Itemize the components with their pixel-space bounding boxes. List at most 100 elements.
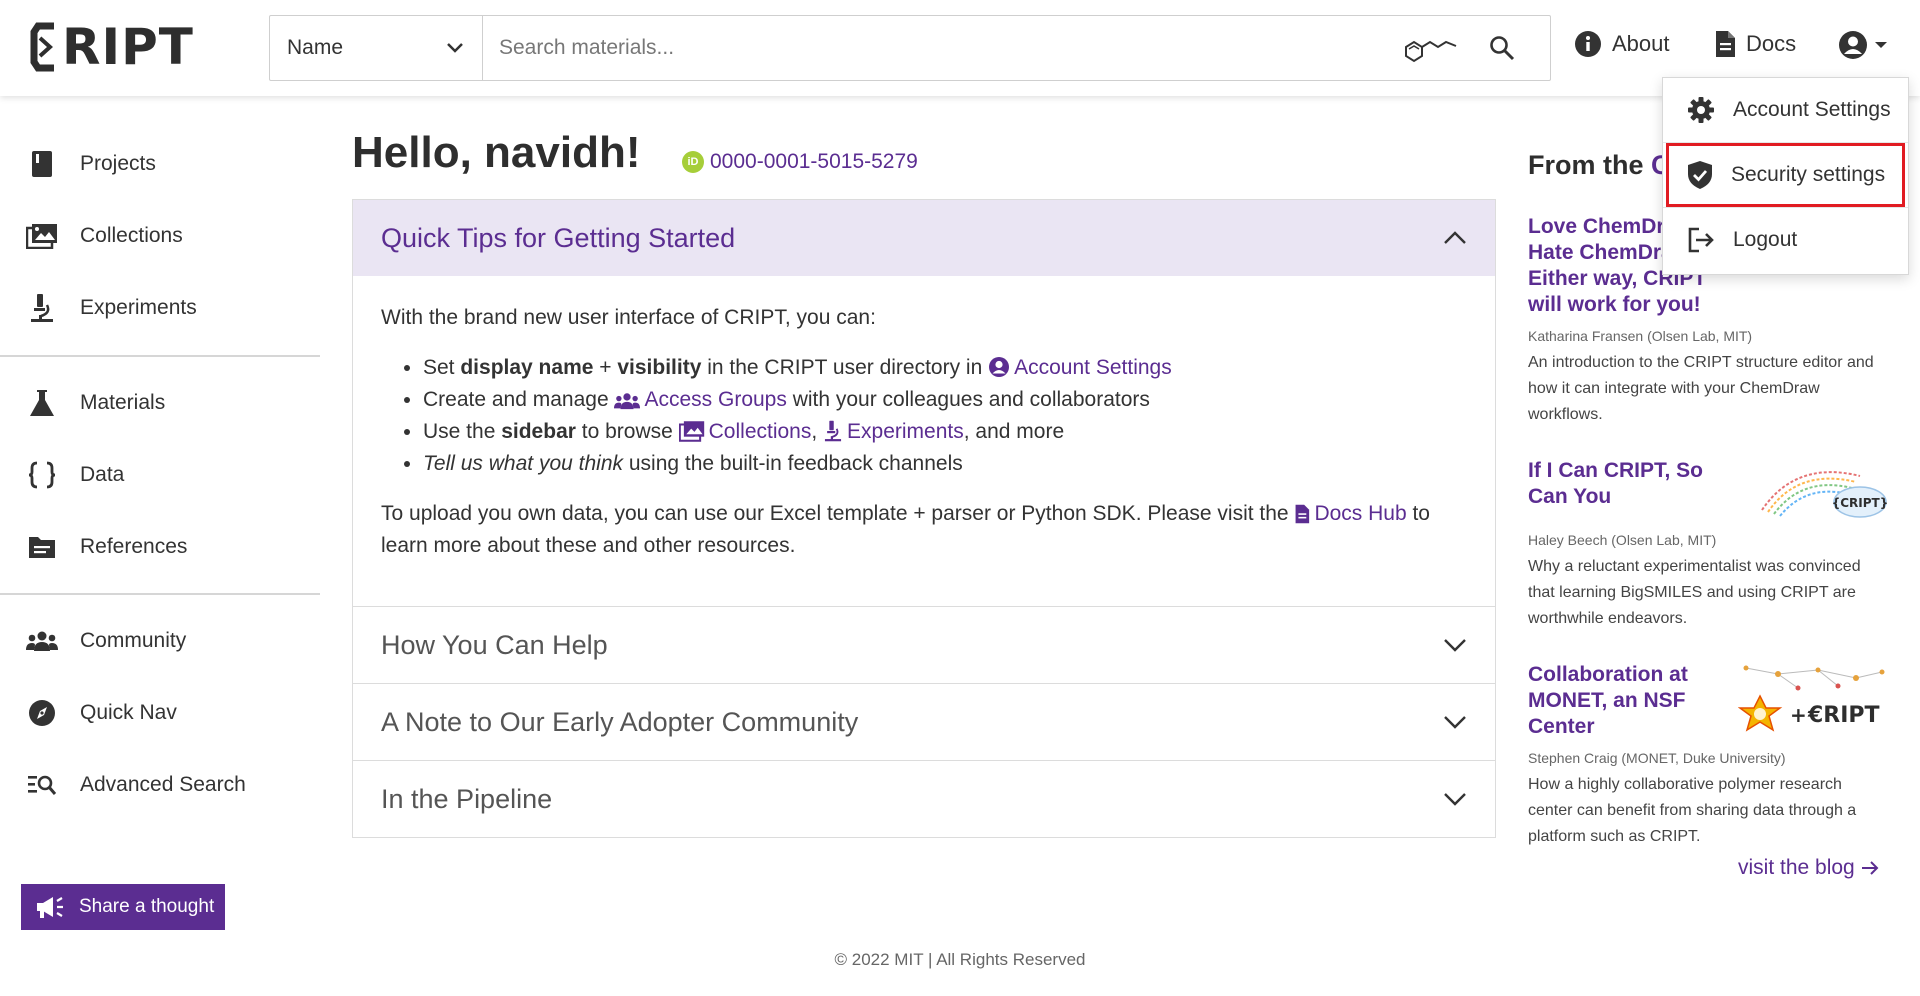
sidebar-item-quick-nav[interactable]: Quick Nav [26, 697, 177, 729]
images-icon [26, 220, 58, 252]
docs-hub-link[interactable]: Docs Hub [1294, 502, 1407, 525]
svg-text:€RIPT: €RIPT [1807, 703, 1880, 728]
accordion-title: In the Pipeline [381, 783, 553, 814]
upload-paragraph: To upload you own data, you can use our … [381, 498, 1467, 562]
docs-link[interactable]: Docs [1714, 30, 1796, 58]
microscope-icon [26, 292, 58, 324]
chevron-down-icon [1444, 716, 1466, 729]
share-thought-button[interactable]: Share a thought [21, 884, 225, 930]
sidebar-item-label: Materials [80, 391, 166, 414]
accordion-header-in-the-pipeline[interactable]: In the Pipeline [353, 761, 1495, 837]
accordion-header-quick-tips[interactable]: Quick Tips for Getting Started [353, 200, 1495, 276]
accordion-header-early-adopter-note[interactable]: A Note to Our Early Adopter Community [353, 684, 1495, 760]
search-list-icon [26, 769, 58, 801]
monet-cript-logo-image: + €RIPT [1738, 665, 1885, 732]
user-circle-icon [1839, 31, 1867, 59]
microscope-icon [824, 420, 842, 442]
accordion-title: A Note to Our Early Adopter Community [381, 706, 859, 737]
orcid-id: 0000-0001-5015-5279 [710, 150, 918, 173]
sidebar-item-label: References [80, 535, 188, 558]
menu-item-security-settings[interactable]: Security settings [1666, 143, 1905, 207]
sidebar-item-experiments[interactable]: Experiments [26, 292, 197, 324]
sidebar-item-references[interactable]: References [26, 531, 187, 563]
blog-post-title[interactable]: Collaboration at MONET, an NSF Center [1528, 662, 1728, 740]
link-label: Access Groups [644, 388, 787, 411]
megaphone-icon [37, 897, 63, 918]
menu-item-logout[interactable]: Logout [1663, 208, 1908, 272]
accordion-title: How You Can Help [381, 629, 608, 660]
orcid-link[interactable]: iD 0000-0001-5015-5279 [682, 150, 918, 174]
accordion-body-quick-tips: With the brand new user interface of CRI… [353, 276, 1495, 606]
sidebar-item-community[interactable]: Community [26, 625, 186, 657]
sidebar-item-label: Data [80, 463, 125, 486]
users-icon [614, 393, 641, 410]
sidebar-item-label: Quick Nav [80, 701, 177, 724]
tip-text: , and more [963, 420, 1065, 443]
tip-text: To upload you own data, you can use our … [381, 502, 1295, 525]
blog-post: If I Can CRIPT, So Can You {CRIPT} Haley… [1528, 458, 1888, 632]
sidebar-item-label: Community [80, 629, 187, 652]
sidebar-item-advanced-search[interactable]: Advanced Search [26, 769, 246, 801]
sidebar-divider [0, 355, 320, 357]
chevron-up-icon [1444, 231, 1466, 244]
access-groups-link[interactable]: Access Groups [614, 388, 787, 411]
search-type-select[interactable]: Name [270, 16, 483, 80]
tip-text: in the CRIPT user directory in [701, 356, 989, 379]
sidebar-item-projects[interactable]: Projects [26, 148, 156, 180]
blog-post-author: Haley Beech (Olsen Lab, MIT) [1528, 532, 1717, 548]
cript-logo[interactable]: RIPT [30, 18, 194, 76]
logout-icon [1688, 227, 1714, 253]
blog-post-title[interactable]: If I Can CRIPT, So Can You [1528, 458, 1748, 522]
page-title: Hello, navidh! [352, 128, 641, 177]
footer-copyright: © 2022 MIT | All Rights Reserved [834, 950, 1086, 969]
structure-editor-icon[interactable] [1400, 28, 1460, 68]
sidebar-item-materials[interactable]: Materials [26, 387, 165, 419]
accordion-header-how-you-can-help[interactable]: How You Can Help [353, 607, 1495, 683]
document-icon [1716, 31, 1735, 57]
account-dropdown-menu: Account Settings Security settings Logou… [1662, 77, 1909, 275]
folder-icon [26, 531, 58, 563]
logo-text: RIPT [62, 18, 194, 76]
tip-text: , [811, 420, 824, 443]
link-label: Docs Hub [1314, 502, 1407, 525]
visit-blog-link[interactable]: visit the blog [1738, 856, 1879, 880]
sidebar-item-label: Advanced Search [80, 773, 246, 796]
list-item: Set display name + visibility in the CRI… [423, 352, 1467, 384]
about-link[interactable]: About [1574, 30, 1670, 58]
account-menu-toggle[interactable] [1838, 30, 1888, 60]
blog-post-description: An introduction to the CRIPT structure e… [1528, 354, 1874, 423]
document-icon [1296, 504, 1310, 524]
menu-item-account-settings[interactable]: Account Settings [1663, 78, 1908, 142]
share-thought-label: Share a thought [79, 896, 215, 917]
docs-label: Docs [1746, 31, 1797, 56]
info-icon [1575, 31, 1601, 57]
collections-link[interactable]: Collections [678, 420, 811, 443]
blog-post-description: How a highly collaborative polymer resea… [1528, 776, 1857, 845]
search-type-value: Name [287, 36, 344, 59]
tip-bold: display name [460, 356, 594, 379]
cript-logo-mark [30, 22, 54, 72]
sidebar-item-data[interactable]: Data [26, 459, 124, 491]
blog-post: Collaboration at MONET, an NSF Center + … [1528, 662, 1888, 850]
chevron-down-icon [1444, 793, 1466, 806]
experiments-link[interactable]: Experiments [823, 420, 964, 443]
search-input[interactable] [483, 16, 1400, 80]
blog-heading-text: From the [1528, 150, 1652, 180]
tip-text: Set [423, 356, 461, 379]
rainbow-cloud-image: {CRIPT} [1761, 471, 1888, 518]
chevron-down-icon [1444, 639, 1466, 652]
account-settings-link[interactable]: Account Settings [988, 356, 1172, 379]
sidebar-divider [0, 593, 320, 595]
blog-heading: From the C [1528, 150, 1671, 181]
menu-item-label: Account Settings [1733, 98, 1891, 121]
tips-list: Set display name + visibility in the CRI… [423, 352, 1467, 480]
search-icon[interactable] [1482, 28, 1522, 68]
tip-text: with your colleagues and collaborators [786, 388, 1150, 411]
about-label: About [1612, 31, 1670, 56]
tip-text: Create and manage [423, 388, 615, 411]
user-circle-icon [989, 357, 1010, 377]
list-item: Create and manage Access Groups with you… [423, 384, 1467, 416]
sidebar-item-collections[interactable]: Collections [26, 220, 183, 252]
svg-text:{CRIPT}: {CRIPT} [1832, 496, 1888, 510]
shield-check-icon [1688, 161, 1712, 189]
